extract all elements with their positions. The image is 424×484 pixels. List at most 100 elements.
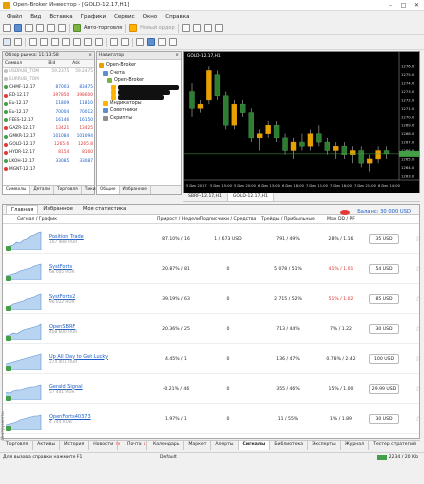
subscribe-button[interactable]: 100 USD — [369, 354, 399, 364]
autotrade-button[interactable]: Авто-торговля — [84, 25, 122, 31]
terminal-tab[interactable]: Календарь — [149, 441, 185, 450]
signal-row[interactable]: SystForts 68 005 RUR 20.87% / 81 0 5 078… — [3, 254, 421, 284]
indicators-icon[interactable] — [169, 38, 177, 46]
signal-row[interactable]: OpenSBRF 408 600 RUR 20.36% / 25 0 713 /… — [3, 314, 421, 344]
market-watch-row[interactable]: USDRUB_TOM 59.2375 59.2475 — [3, 67, 94, 75]
tab-symbols[interactable]: Символы — [3, 186, 31, 194]
tile-windows-icon[interactable] — [203, 24, 212, 32]
minimize-button[interactable]: – — [385, 1, 396, 9]
market-watch-row[interactable]: CHMF-12.17 87003 83475 — [3, 83, 94, 91]
column-header[interactable]: Прирост / Недели — [155, 216, 200, 223]
column-header[interactable]: Символ — [3, 60, 47, 68]
favorite-star-icon[interactable]: ☆ — [415, 265, 421, 273]
signal-row[interactable]: Up All Day to Get Lucky 274 001 RUR 4.45… — [3, 344, 421, 374]
market-watch-row[interactable]: GOLD-12.17 1265.6 1265.8 — [3, 141, 94, 149]
trendline-icon[interactable] — [51, 38, 59, 46]
terminal-tab[interactable]: Алерты — [211, 441, 239, 450]
market-watch-row[interactable]: EURRUB_TOM — [3, 75, 94, 83]
column-header[interactable]: Ask — [70, 60, 94, 68]
chart-shift-icon[interactable] — [214, 24, 223, 32]
market-watch-row[interactable]: FEES-12.17 16146 16150 — [3, 116, 94, 124]
subscribe-button[interactable]: 30 USD — [369, 414, 399, 424]
market-watch-row[interactable]: ED-12.17 397850 398600 — [3, 92, 94, 100]
tab-my-stats[interactable]: Моя статистика — [78, 204, 131, 214]
menu-window[interactable]: Окно — [139, 14, 162, 20]
tree-advisors[interactable]: Советники — [99, 107, 179, 115]
menu-file[interactable]: Файл — [3, 14, 26, 20]
profiles-icon[interactable] — [14, 24, 22, 32]
fibonacci-icon[interactable] — [73, 38, 81, 46]
menu-tools[interactable]: Сервис — [110, 14, 139, 20]
favorite-star-icon[interactable]: ☆ — [415, 415, 421, 423]
favorite-star-icon[interactable]: ☆ — [415, 235, 421, 243]
tab-favorites[interactable]: Избранное — [120, 186, 151, 194]
chart-tab-active[interactable]: GOLD-12.17,H1 — [227, 193, 275, 201]
tab-main[interactable]: Главная — [6, 205, 39, 214]
menu-view[interactable]: Вид — [26, 14, 45, 20]
templates-icon[interactable] — [121, 38, 129, 46]
tree-accounts[interactable]: Счета — [99, 70, 179, 78]
tab-common[interactable]: Общие — [97, 186, 120, 194]
close-button[interactable]: ✕ — [411, 1, 422, 9]
subscribe-button[interactable]: 85 USD — [369, 294, 399, 304]
candles-icon[interactable] — [147, 38, 155, 46]
candlestick-chart[interactable]: 1276.0 1275.0 1274.0 1273.0 1272.0 1271.0 1270… — [184, 52, 419, 194]
price-chart[interactable]: 1276.0 1275.0 1274.0 1273.0 1272.0 1271.0 1270… — [183, 51, 420, 195]
favorite-star-icon[interactable]: ☆ — [415, 295, 421, 303]
market-watch-row[interactable]: LKOH-12.17 33085 33087 — [3, 157, 94, 165]
column-header[interactable]: Трейды / Прибыльные — [259, 216, 317, 223]
tab-details[interactable]: Детали — [30, 186, 55, 194]
label-icon[interactable] — [95, 38, 103, 46]
new-chart-icon[interactable] — [3, 24, 11, 32]
menu-insert[interactable]: Вставка — [45, 14, 76, 20]
bar-chart-icon[interactable] — [136, 38, 144, 46]
tree-indicators[interactable]: Индикаторы — [99, 100, 179, 108]
close-icon[interactable]: × — [88, 53, 92, 58]
tab-favorites[interactable]: Избранное — [38, 204, 77, 214]
terminal-tab[interactable]: Сигналы — [238, 441, 271, 450]
channel-icon[interactable] — [62, 38, 70, 46]
terminal-tab[interactable]: История — [60, 441, 90, 450]
close-icon[interactable]: × — [175, 53, 179, 58]
strategy-tester-button[interactable]: Тестер стратегий — [369, 441, 420, 450]
line-chart-icon[interactable] — [158, 38, 166, 46]
column-header[interactable]: Bid — [46, 60, 71, 68]
chart-tab[interactable]: SBRF-12.17,H1 — [183, 193, 228, 201]
tree-account-redacted[interactable] — [99, 84, 179, 90]
column-header[interactable]: Сигнал / График — [15, 216, 155, 223]
signal-row[interactable]: OpenForts40373 4 744 RUB 1.97% / 1 0 11 … — [3, 404, 421, 434]
subscribe-button[interactable]: 29.99 USD — [369, 384, 399, 394]
data-window-icon[interactable] — [36, 24, 44, 32]
terminal-tab[interactable]: Активы — [33, 441, 61, 450]
subscribe-button[interactable]: 30 USD — [369, 324, 399, 334]
subscribe-button[interactable]: 54 USD — [369, 264, 399, 274]
market-watch-icon[interactable] — [25, 24, 33, 32]
market-watch-row[interactable]: GMKR-12.17 101084 101094 — [3, 133, 94, 141]
horizontal-line-icon[interactable] — [40, 38, 48, 46]
signal-row[interactable]: SystForts2 96 022 RUR 39.19% / 63 0 2 71… — [3, 284, 421, 314]
text-icon[interactable] — [84, 38, 92, 46]
zoom-out-icon[interactable] — [192, 24, 201, 32]
new-order-button[interactable]: Новый ордер — [140, 25, 175, 31]
new-order-icon[interactable] — [129, 24, 138, 32]
tree-scripts[interactable]: Скрипты — [99, 115, 179, 123]
crosshair-icon[interactable] — [14, 38, 22, 46]
timeframes-icon[interactable] — [110, 38, 118, 46]
favorite-star-icon[interactable]: ☆ — [415, 385, 421, 393]
market-watch-row[interactable]: Eu-12.17 11809 11810 — [3, 100, 94, 108]
market-watch-row[interactable]: Eu-12.17 70004 70012 — [3, 108, 94, 116]
signal-row[interactable]: Position Trade 167 988 RUR 87.10% / 16 1… — [3, 224, 421, 254]
terminal-icon[interactable] — [58, 24, 66, 32]
menu-charts[interactable]: Графики — [77, 14, 110, 20]
favorite-star-icon[interactable]: ☆ — [415, 355, 421, 363]
cursor-icon[interactable] — [3, 38, 11, 46]
market-watch-row[interactable]: HYDR-12.17 8154 8160 — [3, 149, 94, 157]
vertical-line-icon[interactable] — [29, 38, 37, 46]
signal-row[interactable]: Gerald Signal 57 441 RUR -0.21% / 46 0 3… — [3, 374, 421, 404]
market-watch-row[interactable]: GAZR-12.17 13421 13425 — [3, 124, 94, 132]
market-watch-row[interactable]: MGNT-12.17 — [3, 165, 94, 173]
tree-root[interactable]: Open-Broker — [99, 62, 179, 70]
terminal-tab[interactable]: Библиотека — [270, 441, 309, 450]
favorite-star-icon[interactable]: ☆ — [415, 325, 421, 333]
terminal-tab[interactable]: Маркет — [184, 441, 212, 450]
